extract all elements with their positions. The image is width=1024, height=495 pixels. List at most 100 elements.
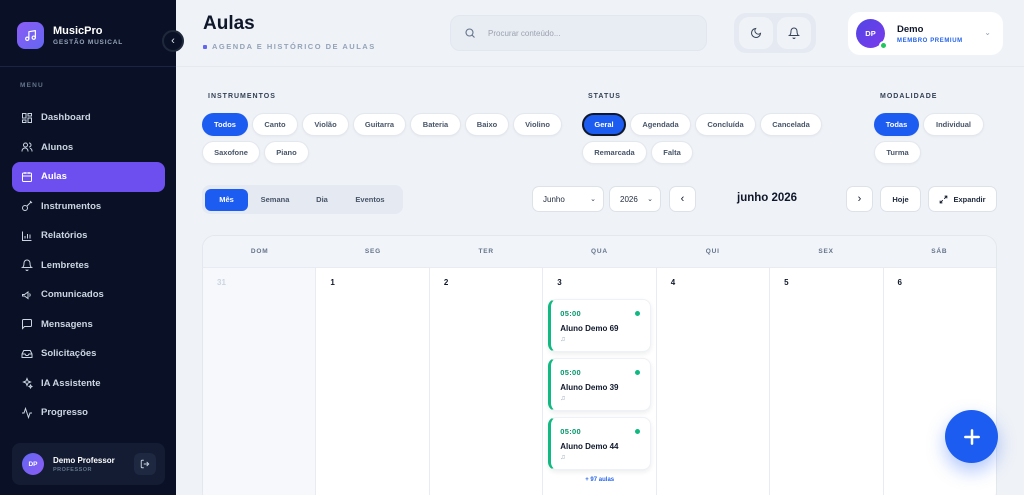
sidebar-item-relatorios[interactable]: Relatórios (12, 221, 165, 251)
calendar-day-cell[interactable]: 1 (316, 268, 430, 495)
chip-status-concluida[interactable]: Concluída (695, 113, 756, 136)
search-icon (465, 28, 475, 38)
calendar-day-cell[interactable]: 2 (430, 268, 544, 495)
search-bar[interactable] (450, 15, 707, 51)
sidebar-item-ia-assistente[interactable]: IA Assistente (12, 369, 165, 399)
sidebar-item-label: Relatórios (41, 230, 88, 242)
calendar-grid: DOM SEG TER QUA QUI SEX SÁB 31 1 2 3 05:… (202, 235, 997, 495)
sidebar-item-label: IA Assistente (41, 377, 101, 389)
sidebar-item-instrumentos[interactable]: Instrumentos (12, 192, 165, 222)
logout-button[interactable] (134, 453, 156, 475)
sidebar-item-solicitacoes[interactable]: Solicitações (12, 339, 165, 369)
sidebar-item-label: Mensagens (41, 318, 93, 330)
calendar-weekday-header: DOM SEG TER QUA QUI SEX SÁB (203, 236, 996, 268)
month-select[interactable]: Junho ⌄ (532, 186, 604, 212)
chip-status-geral[interactable]: Geral (582, 113, 626, 136)
calendar-day-cell[interactable]: 31 (203, 268, 317, 495)
notifications-button[interactable] (777, 17, 811, 49)
chevron-down-icon: ⌄ (984, 28, 991, 37)
profile-tier: MEMBRO PREMIUM (897, 37, 963, 44)
expand-label: Expandir (953, 194, 986, 204)
day-number: 6 (897, 278, 902, 287)
sidebar-item-progresso[interactable]: Progresso (12, 398, 165, 428)
page-subtitle-text: AGENDA E HISTÓRICO DE AULAS (212, 42, 376, 51)
lesson-event-card[interactable]: 05:00 Aluno Demo 69 ♫ (548, 299, 652, 352)
calendar-day-cell[interactable]: 4 (657, 268, 771, 495)
today-button[interactable]: Hoje (880, 186, 921, 212)
calendar-day-cell[interactable]: 5 (770, 268, 884, 495)
profile-menu[interactable]: DP Demo MEMBRO PREMIUM ⌄ (848, 12, 1003, 55)
chip-status-cancelada[interactable]: Cancelada (760, 113, 822, 136)
brand[interactable]: MusicPro GESTÃO MUSICAL (17, 22, 123, 49)
calendar-day-cell[interactable]: 3 05:00 Aluno Demo 69 ♫ 05:00 Aluno Demo… (543, 268, 657, 495)
add-lesson-button[interactable] (945, 410, 998, 463)
day-number: 1 (330, 278, 335, 287)
sidebar-item-label: Dashboard (41, 112, 91, 124)
sidebar-item-label: Comunicados (41, 289, 104, 301)
brand-name: MusicPro (53, 25, 103, 37)
expand-icon (940, 195, 948, 203)
year-select[interactable]: 2026 ⌄ (609, 186, 661, 212)
theme-toggle-button[interactable] (739, 17, 773, 49)
tab-eventos[interactable]: Eventos (342, 189, 398, 211)
weekday-label: SEX (818, 248, 834, 255)
chevron-left-icon: ‹ (171, 35, 175, 47)
subtitle-dot (203, 45, 207, 50)
music-note-icon: ♫ (560, 454, 566, 461)
sidebar-nav: Dashboard Alunos Aulas Instrumentos Rela… (12, 103, 165, 428)
day-number: 3 (557, 278, 562, 287)
sidebar-item-comunicados[interactable]: Comunicados (12, 280, 165, 310)
chip-instrumento-saxofone[interactable]: Saxofone (202, 141, 260, 164)
sidebar-item-dashboard[interactable]: Dashboard (12, 103, 165, 133)
previous-month-button[interactable]: ‹ (669, 186, 696, 212)
sidebar-user-card[interactable]: DP Demo Professor PROFESSOR (12, 443, 165, 485)
sidebar-item-label: Aulas (41, 171, 67, 183)
chip-status-remarcada[interactable]: Remarcada (582, 141, 647, 164)
sidebar-item-mensagens[interactable]: Mensagens (12, 310, 165, 340)
avatar-initials: DP (865, 29, 876, 38)
sidebar-collapse-button[interactable]: ‹ (162, 30, 184, 52)
sidebar-item-lembretes[interactable]: Lembretes (12, 251, 165, 281)
chip-instrumento-baixo[interactable]: Baixo (465, 113, 509, 136)
lesson-event-card[interactable]: 05:00 Aluno Demo 39 ♫ (548, 358, 652, 411)
chevron-down-icon: ⌄ (647, 196, 653, 203)
chip-instrumento-canto[interactable]: Canto (252, 113, 298, 136)
chip-instrumento-piano[interactable]: Piano (264, 141, 309, 164)
chip-instrumento-violino[interactable]: Violino (513, 113, 562, 136)
sidebar-item-label: Solicitações (41, 348, 97, 360)
avatar: DP (22, 453, 44, 475)
tab-semana[interactable]: Semana (248, 189, 302, 211)
month-select-value: Junho (543, 194, 565, 204)
header-icon-group (734, 13, 816, 53)
sidebar-item-alunos[interactable]: Alunos (12, 133, 165, 163)
more-lessons-link[interactable]: + 97 aulas (585, 477, 614, 483)
tab-mes[interactable]: Mês (205, 188, 248, 211)
chip-instrumento-violao[interactable]: Violão (302, 113, 349, 136)
chip-status-falta[interactable]: Falta (651, 141, 693, 164)
next-month-button[interactable]: › (846, 186, 873, 212)
lesson-event-card[interactable]: 05:00 Aluno Demo 44 ♫ (548, 417, 652, 470)
chevron-down-icon: ⌄ (590, 196, 596, 203)
weekday-label: DOM (250, 248, 269, 255)
filter-label-status: STATUS (588, 93, 621, 100)
sidebar-item-aulas[interactable]: Aulas (12, 162, 165, 192)
day-number: 2 (443, 278, 449, 287)
chip-modalidade-turma[interactable]: Turma (874, 141, 921, 164)
tab-dia[interactable]: Dia (302, 189, 342, 211)
day-events-list: 05:00 Aluno Demo 69 ♫ 05:00 Aluno Demo 3… (548, 299, 652, 476)
chip-instrumento-bateria[interactable]: Bateria (410, 113, 461, 136)
music-note-icon: ♫ (560, 336, 566, 343)
chip-modalidade-todas[interactable]: Todas (874, 113, 919, 136)
current-period: junho 2026 (737, 192, 798, 204)
chip-status-agendada[interactable]: Agendada (630, 113, 691, 136)
bell-icon (21, 259, 33, 272)
calendar-icon (22, 171, 32, 182)
moon-icon (751, 27, 762, 38)
chip-instrumento-todos[interactable]: Todos (202, 113, 248, 136)
sidebar-user-name: Demo Professor (53, 455, 115, 465)
expand-button[interactable]: Expandir (928, 186, 997, 212)
chip-instrumento-guitarra[interactable]: Guitarra (353, 113, 406, 136)
chip-modalidade-individual[interactable]: Individual (923, 113, 984, 136)
search-input[interactable] (488, 28, 688, 38)
music-note-icon: ♫ (560, 395, 566, 402)
